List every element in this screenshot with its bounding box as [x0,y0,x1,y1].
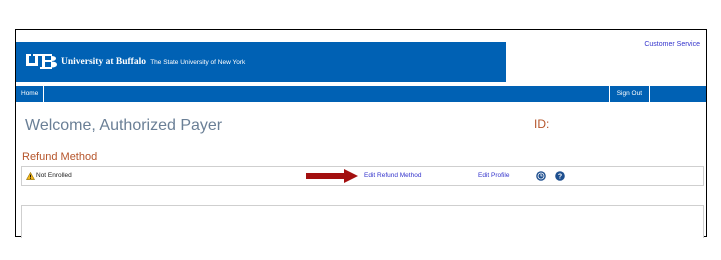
brand-subtitle: The State University of New York [150,59,246,66]
annotation-arrow-icon [306,169,358,183]
nav-home[interactable]: Home [16,86,45,102]
content-panel [21,205,704,238]
refund-method-title: Refund Method [22,151,98,163]
page-frame: University at Buffalo The State Universi… [15,29,707,238]
svg-text:?: ? [558,174,562,181]
ub-logo-icon [26,54,57,69]
edit-profile-link[interactable]: Edit Profile [478,172,509,179]
refund-method-row: Not Enrolled Edit Refund Method Edit Pro… [21,166,704,186]
help-icon[interactable]: ? [555,171,565,181]
brand-text: University at Buffalo The State Universi… [61,56,245,69]
customer-service-link[interactable]: Customer Service [644,41,700,48]
edit-refund-method-link[interactable]: Edit Refund Method [364,172,421,179]
clock-icon[interactable] [536,171,546,181]
header-banner: University at Buffalo The State Universi… [16,42,506,82]
welcome-heading: Welcome, Authorized Payer [25,117,223,134]
nav-bar: Home Sign Out [16,86,706,102]
id-label: ID: [534,117,550,131]
warning-icon [26,172,35,180]
nav-sign-out[interactable]: Sign Out [608,86,650,102]
brand-name: University at Buffalo [61,57,146,67]
enrollment-status: Not Enrolled [36,172,72,179]
